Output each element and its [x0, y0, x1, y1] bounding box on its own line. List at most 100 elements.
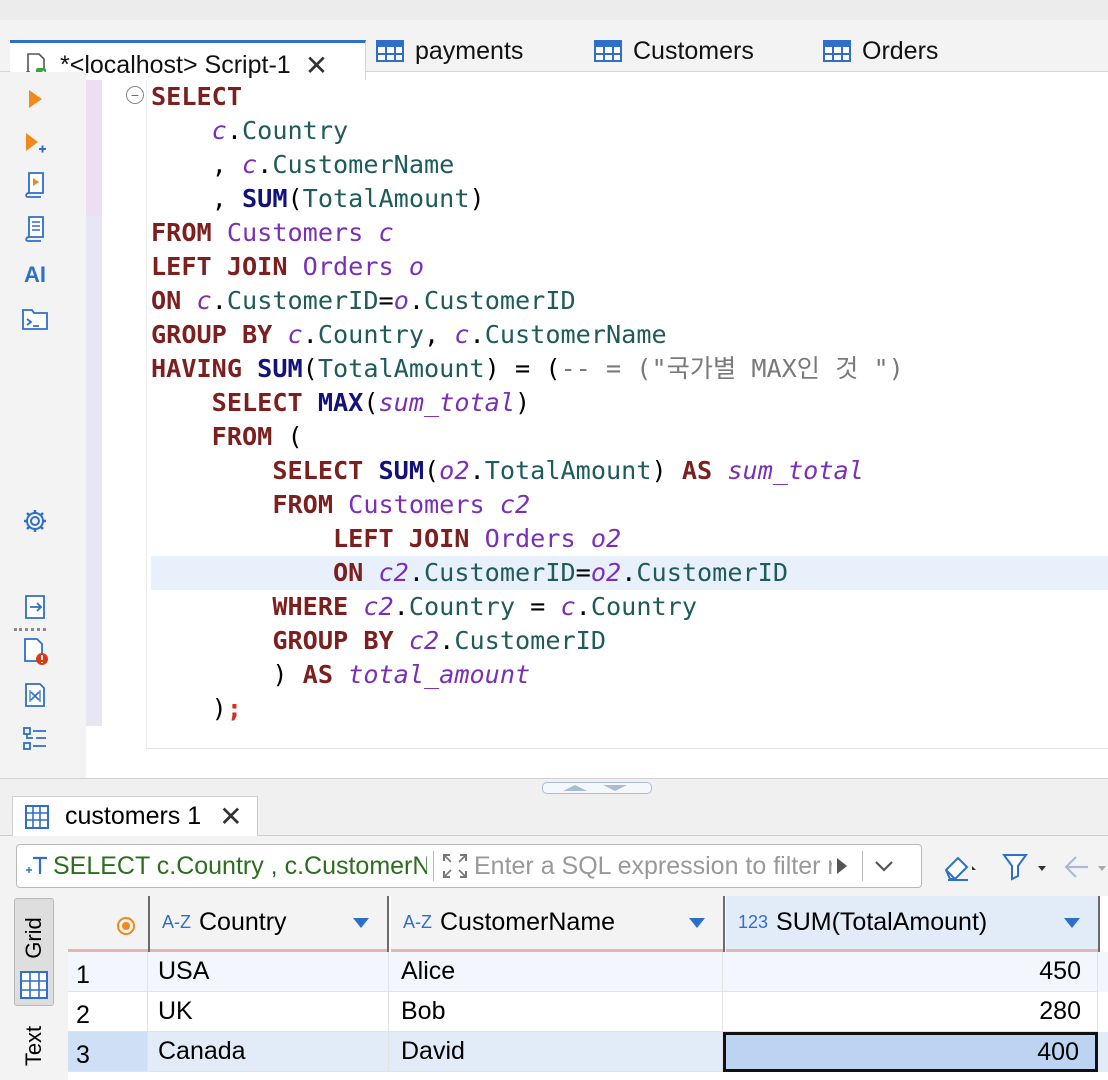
- cell-sum-active[interactable]: 400: [723, 1032, 1098, 1072]
- table-row-selected[interactable]: 3 Canada David 400: [68, 1032, 1108, 1072]
- filter-input[interactable]: [470, 851, 832, 881]
- panel-splitter[interactable]: [0, 778, 1108, 796]
- row-number[interactable]: 2: [68, 992, 148, 1032]
- code-line[interactable]: LEFT JOIN Orders o: [151, 250, 904, 284]
- row-number[interactable]: 3: [68, 1032, 148, 1072]
- settings-icon[interactable]: [18, 504, 52, 538]
- expand-filter-icon[interactable]: [440, 851, 470, 881]
- code-token: AS: [681, 456, 713, 485]
- cell-customername[interactable]: David: [389, 1032, 723, 1072]
- code-token: (: [287, 184, 303, 213]
- cell-sum[interactable]: 450: [723, 952, 1098, 992]
- filter-icon[interactable]: [1002, 852, 1046, 882]
- code-token: CustomerID: [454, 626, 606, 655]
- splitter-handle[interactable]: [542, 782, 652, 794]
- code-token: o2: [590, 558, 622, 587]
- sql-text-icon: [25, 855, 49, 877]
- open-console-icon[interactable]: [18, 302, 52, 336]
- column-sort-dropdown-icon[interactable]: [689, 918, 705, 928]
- code-line[interactable]: HAVING SUM(TotalAmount) = (-- = ("국가별 MA…: [151, 352, 904, 386]
- column-header-customername[interactable]: A-Z CustomerName: [391, 896, 723, 952]
- cell-country[interactable]: UK: [148, 992, 389, 1032]
- code-line[interactable]: ON c.CustomerID=o.CustomerID: [151, 284, 904, 318]
- execute-new-tab-icon[interactable]: [18, 126, 52, 160]
- close-tab-icon[interactable]: ✕: [305, 49, 328, 82]
- table-row[interactable]: 1 USA Alice 450: [68, 952, 1108, 992]
- code-token: ) = (: [484, 354, 561, 383]
- tab-orders[interactable]: Orders: [822, 30, 938, 72]
- tab-script-label: *<localhost> Script-1: [60, 51, 291, 79]
- code-token: sum_total: [727, 456, 864, 485]
- code-token: ;: [226, 694, 242, 723]
- explain-plan-icon[interactable]: [18, 678, 52, 712]
- code-token: Customers: [226, 218, 364, 247]
- sql-code[interactable]: SELECT c.Country , c.CustomerName , SUM(…: [151, 80, 904, 726]
- export-icon[interactable]: [18, 590, 52, 624]
- line-number-column: [102, 80, 146, 748]
- row-number[interactable]: 1: [68, 952, 148, 992]
- text-tab-label: Text: [21, 1025, 47, 1067]
- execute-script-icon[interactable]: [18, 168, 52, 202]
- results-filter-bar: SELECT c.Country , c.CustomerName , SUM(…: [0, 836, 1108, 896]
- statement-range-marker: [86, 80, 102, 216]
- query-text-display[interactable]: SELECT c.Country , c.CustomerName , SUM(…: [17, 852, 427, 881]
- tab-results-customers-1[interactable]: customers 1 ✕: [12, 796, 258, 836]
- code-line[interactable]: WHERE c2.Country = c.Country: [151, 590, 904, 624]
- fold-collapse-icon[interactable]: −: [126, 86, 144, 104]
- clear-filter-icon[interactable]: [942, 852, 976, 882]
- code-line[interactable]: SELECT MAX(sum_total): [151, 386, 904, 420]
- navigate-back-icon[interactable]: [1062, 852, 1108, 882]
- code-line[interactable]: , c.CustomerName: [151, 148, 904, 182]
- code-line[interactable]: ) AS total_amount: [151, 658, 904, 692]
- results-grid: A-Z Country A-Z CustomerName 123 SUM(Tot…: [68, 896, 1108, 1080]
- select-all-icon[interactable]: [116, 914, 136, 943]
- cell-customername[interactable]: Bob: [389, 992, 723, 1032]
- code-token: .: [393, 592, 409, 621]
- code-line[interactable]: , SUM(TotalAmount): [151, 182, 904, 216]
- code-token: sum_total: [378, 388, 515, 417]
- cell-country[interactable]: USA: [148, 952, 389, 992]
- column-sort-dropdown-icon[interactable]: [353, 918, 369, 928]
- cell-customername[interactable]: Alice: [389, 952, 723, 992]
- row-number-header[interactable]: [68, 896, 148, 952]
- column-sort-dropdown-icon[interactable]: [1064, 918, 1080, 928]
- tab-customers[interactable]: Customers: [593, 30, 754, 72]
- apply-filter-icon[interactable]: [832, 851, 852, 881]
- tab-payments[interactable]: payments: [375, 30, 523, 72]
- execute-statement-icon[interactable]: [18, 82, 52, 116]
- tab-grid-view[interactable]: Grid: [14, 898, 54, 1006]
- code-line[interactable]: c.Country: [151, 114, 904, 148]
- code-line[interactable]: SELECT SUM(o2.TotalAmount) AS sum_total: [151, 454, 904, 488]
- code-line[interactable]: );: [151, 692, 904, 726]
- cell-country[interactable]: Canada: [148, 1032, 389, 1072]
- code-line[interactable]: FROM Customers c2: [151, 488, 904, 522]
- code-line[interactable]: ON c2.CustomerID=o2.CustomerID: [151, 556, 904, 590]
- code-line[interactable]: FROM Customers c: [151, 216, 904, 250]
- code-token: ): [151, 660, 303, 689]
- close-results-tab-icon[interactable]: ✕: [219, 800, 242, 833]
- code-token: .: [302, 320, 318, 349]
- tab-text-view[interactable]: Text: [14, 1016, 54, 1076]
- code-line[interactable]: LEFT JOIN Orders o2: [151, 522, 904, 556]
- ai-assistant-icon[interactable]: AI: [18, 258, 52, 292]
- code-token: .: [226, 116, 243, 145]
- code-token: ): [651, 456, 682, 485]
- cell-sum[interactable]: 280: [723, 992, 1098, 1032]
- execute-script-new-tab-icon[interactable]: [18, 212, 52, 246]
- code-line[interactable]: GROUP BY c.Country, c.CustomerName: [151, 318, 904, 352]
- code-line[interactable]: GROUP BY c2.CustomerID: [151, 624, 904, 658]
- filter-history-dropdown-icon[interactable]: [869, 851, 899, 881]
- outline-icon[interactable]: [18, 722, 52, 756]
- column-header-country[interactable]: A-Z Country: [150, 896, 387, 952]
- column-header-label: CustomerName: [440, 908, 616, 936]
- column-header-sum[interactable]: 123 SUM(TotalAmount): [726, 896, 1098, 952]
- problems-icon[interactable]: [18, 634, 52, 668]
- code-line[interactable]: SELECT: [151, 80, 904, 114]
- table-row[interactable]: 2 UK Bob 280: [68, 992, 1108, 1032]
- code-line[interactable]: FROM (: [151, 420, 904, 454]
